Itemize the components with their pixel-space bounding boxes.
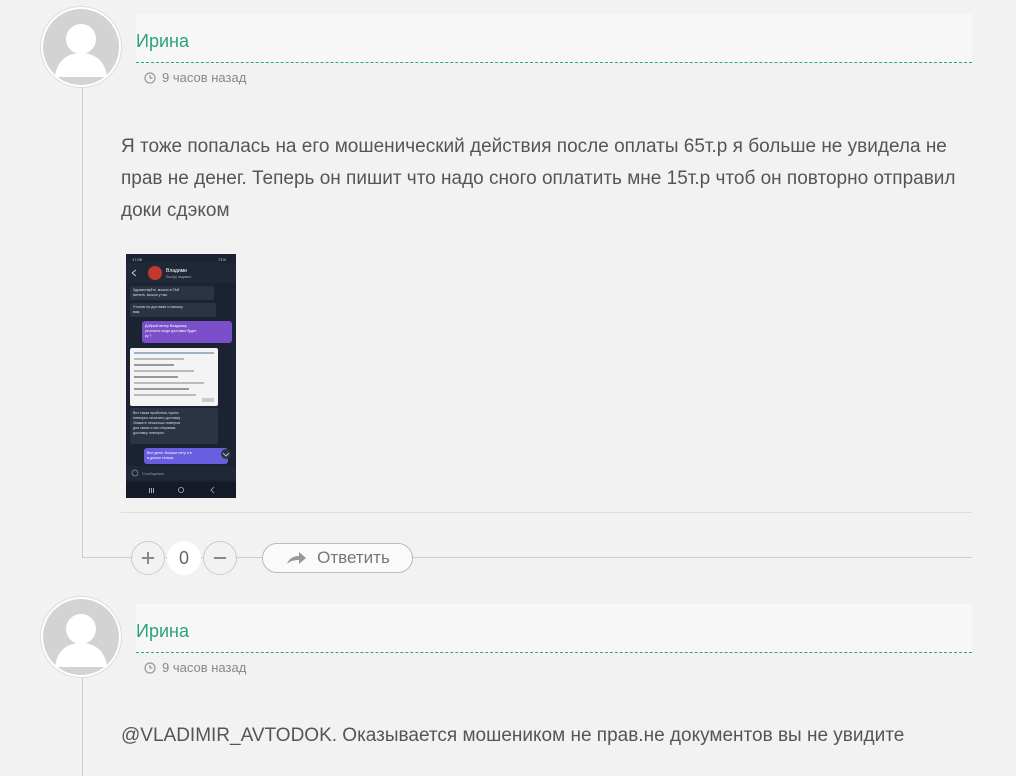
reply-arrow-icon: [287, 552, 307, 564]
user-silhouette-icon: [43, 599, 119, 675]
svg-text:Вот такая проблема, нужно: Вот такая проблема, нужно: [133, 411, 179, 415]
svg-text:для связи и мы отправим: для связи и мы отправим: [133, 426, 176, 430]
comment-footer-divider: [121, 512, 972, 513]
comment: Ирина 9 часов назад Я тоже попалась на е…: [0, 0, 1016, 590]
comment-time[interactable]: 9 часов назад: [162, 70, 246, 85]
svg-text:ку ?: ку ?: [145, 334, 151, 338]
comment-meta: 9 часов назад: [144, 660, 246, 675]
user-silhouette-icon: [43, 9, 119, 85]
thread-line: [82, 676, 83, 776]
svg-text:Уточню по доставке и напишу: Уточню по доставке и напишу: [133, 305, 183, 309]
svg-text:Укажите несколько номеров: Укажите несколько номеров: [133, 421, 180, 425]
thread-line: [82, 86, 83, 558]
svg-text:вам: вам: [133, 310, 140, 314]
contact-avatar: [148, 266, 162, 280]
message-input-placeholder: Сообщение: [142, 471, 165, 476]
svg-text:Все денег больше нету я в: Все денег больше нету я в: [147, 451, 192, 455]
comment-author[interactable]: Ирина: [136, 31, 189, 52]
clock-icon: [144, 71, 156, 84]
comment-author[interactable]: Ирина: [136, 621, 189, 642]
comment-text: @VLADIMIR_AVTODOK. Оказывается мошеником…: [121, 725, 905, 746]
reply-button[interactable]: Ответить: [262, 543, 413, 573]
svg-text:в долгах теперь: в долгах теперь: [147, 456, 174, 460]
status-battery: 71%: [218, 257, 226, 262]
comment: Ирина 9 часов назад @VLADIMIR_AVTODOK. О…: [0, 590, 1016, 776]
avatar[interactable]: [41, 7, 121, 87]
comment-text: Я тоже попалась на его мошенический дейс…: [121, 136, 956, 221]
status-time: 17:08: [132, 257, 143, 262]
upvote-button[interactable]: [131, 541, 165, 575]
contact-status: был(а) недавно: [166, 275, 191, 279]
comment-header: Ирина: [136, 604, 972, 653]
avatar[interactable]: [41, 597, 121, 677]
chat-screenshot: 17:08 71% Владими был(а) недавно Здравст…: [126, 254, 236, 498]
clock-icon: [144, 661, 156, 674]
comment-header: Ирина: [136, 14, 972, 63]
contact-name: Владими: [166, 268, 187, 274]
minus-icon: [214, 557, 226, 559]
comment-attachment-image[interactable]: 17:08 71% Владими был(а) недавно Здравст…: [126, 254, 236, 498]
svg-text:Добрый вечер Владимир: Добрый вечер Владимир: [145, 324, 187, 328]
svg-text:доставку повторно.: доставку повторно.: [133, 431, 165, 435]
comment-meta: 9 часов назад: [144, 70, 246, 85]
reply-label: Ответить: [317, 548, 390, 567]
svg-text:уточнили когда доставка будет: уточнили когда доставка будет: [145, 329, 197, 333]
svg-text:Здравствуйте, можно в ГАИ: Здравствуйте, можно в ГАИ: [133, 288, 180, 292]
comment-time[interactable]: 9 часов назад: [162, 660, 246, 675]
svg-text:повторно оплатить доставку: повторно оплатить доставку: [133, 416, 181, 420]
downvote-button[interactable]: [203, 541, 237, 575]
vote-count: 0: [167, 541, 201, 575]
svg-text:менять, можно у нас: менять, можно у нас: [133, 293, 168, 297]
plus-icon: [142, 552, 154, 564]
